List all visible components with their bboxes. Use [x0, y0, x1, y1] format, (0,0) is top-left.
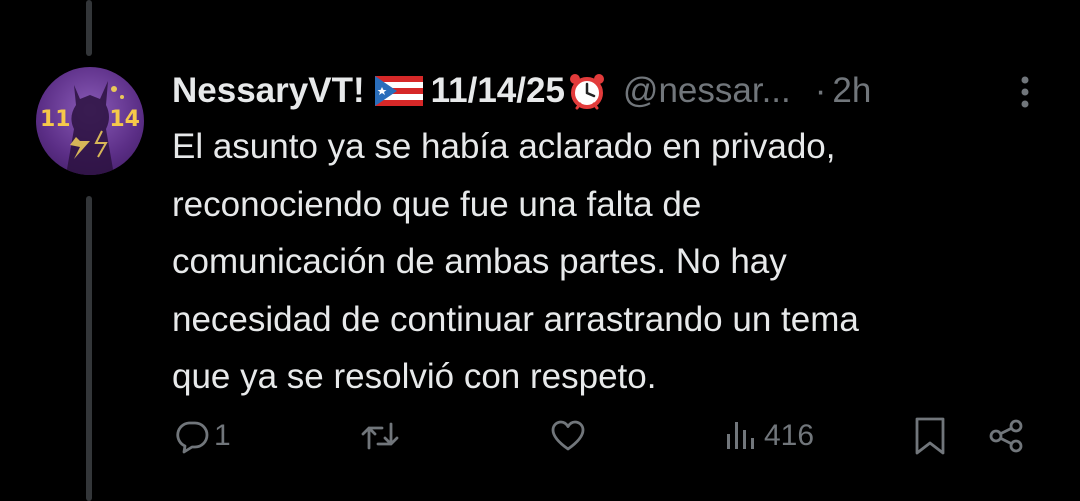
- alarm-clock-icon: [569, 74, 604, 110]
- views-count: 416: [764, 419, 815, 452]
- user-handle[interactable]: @nessar...: [623, 71, 791, 111]
- date-text: 11/14/25: [430, 71, 565, 110]
- post-text: El asunto ya se había aclarado en privad…: [172, 118, 1052, 406]
- previous-bookmark-icon[interactable]: [914, 0, 948, 2]
- repost-icon: [361, 422, 399, 450]
- reply-button[interactable]: 1: [174, 416, 231, 456]
- post-text-line: reconociendo que fue una falta de: [172, 184, 702, 224]
- repost-button[interactable]: [360, 416, 404, 456]
- thread-line-top: [86, 0, 92, 56]
- views-button[interactable]: 416: [724, 416, 814, 456]
- post-text-line: necesidad de continuar arrastrando un te…: [172, 299, 859, 339]
- heart-icon: [551, 420, 585, 451]
- post-header: NessaryVT! 11/14/25 @nessar... · 2h: [172, 66, 871, 116]
- views-icon: [727, 422, 754, 449]
- post-text-line: comunicación de ambas partes. No hay: [172, 242, 787, 281]
- separator-dot: ·: [814, 71, 827, 110]
- post-screen: 11 14 NessaryVT! 11/14/25 @nessar... · 2…: [0, 0, 1080, 501]
- post-text-line: que ya se resolvió con respeto.: [172, 357, 657, 396]
- display-name[interactable]: NessaryVT!: [172, 71, 365, 111]
- reply-count: 1: [214, 419, 231, 452]
- share-icon: [989, 419, 1023, 453]
- bookmark-icon: [915, 417, 945, 455]
- avatar-number-right: 14: [109, 107, 140, 132]
- avatar[interactable]: 11 14: [36, 67, 144, 175]
- more-options-icon[interactable]: [1010, 74, 1040, 110]
- bookmark-button[interactable]: [912, 416, 948, 456]
- puerto-rico-flag-icon: [374, 76, 423, 106]
- previous-share-icon[interactable]: [1006, 0, 1042, 4]
- post-text-line: El asunto ya se había aclarado en privad…: [172, 127, 836, 166]
- reply-icon: [176, 421, 209, 454]
- thread-line-bottom: [86, 196, 92, 501]
- share-button[interactable]: [986, 416, 1026, 456]
- avatar-number-left: 11: [40, 107, 71, 132]
- previous-post-actions: [0, 0, 1080, 8]
- like-button[interactable]: [550, 416, 590, 456]
- post-time[interactable]: 2h: [832, 71, 871, 111]
